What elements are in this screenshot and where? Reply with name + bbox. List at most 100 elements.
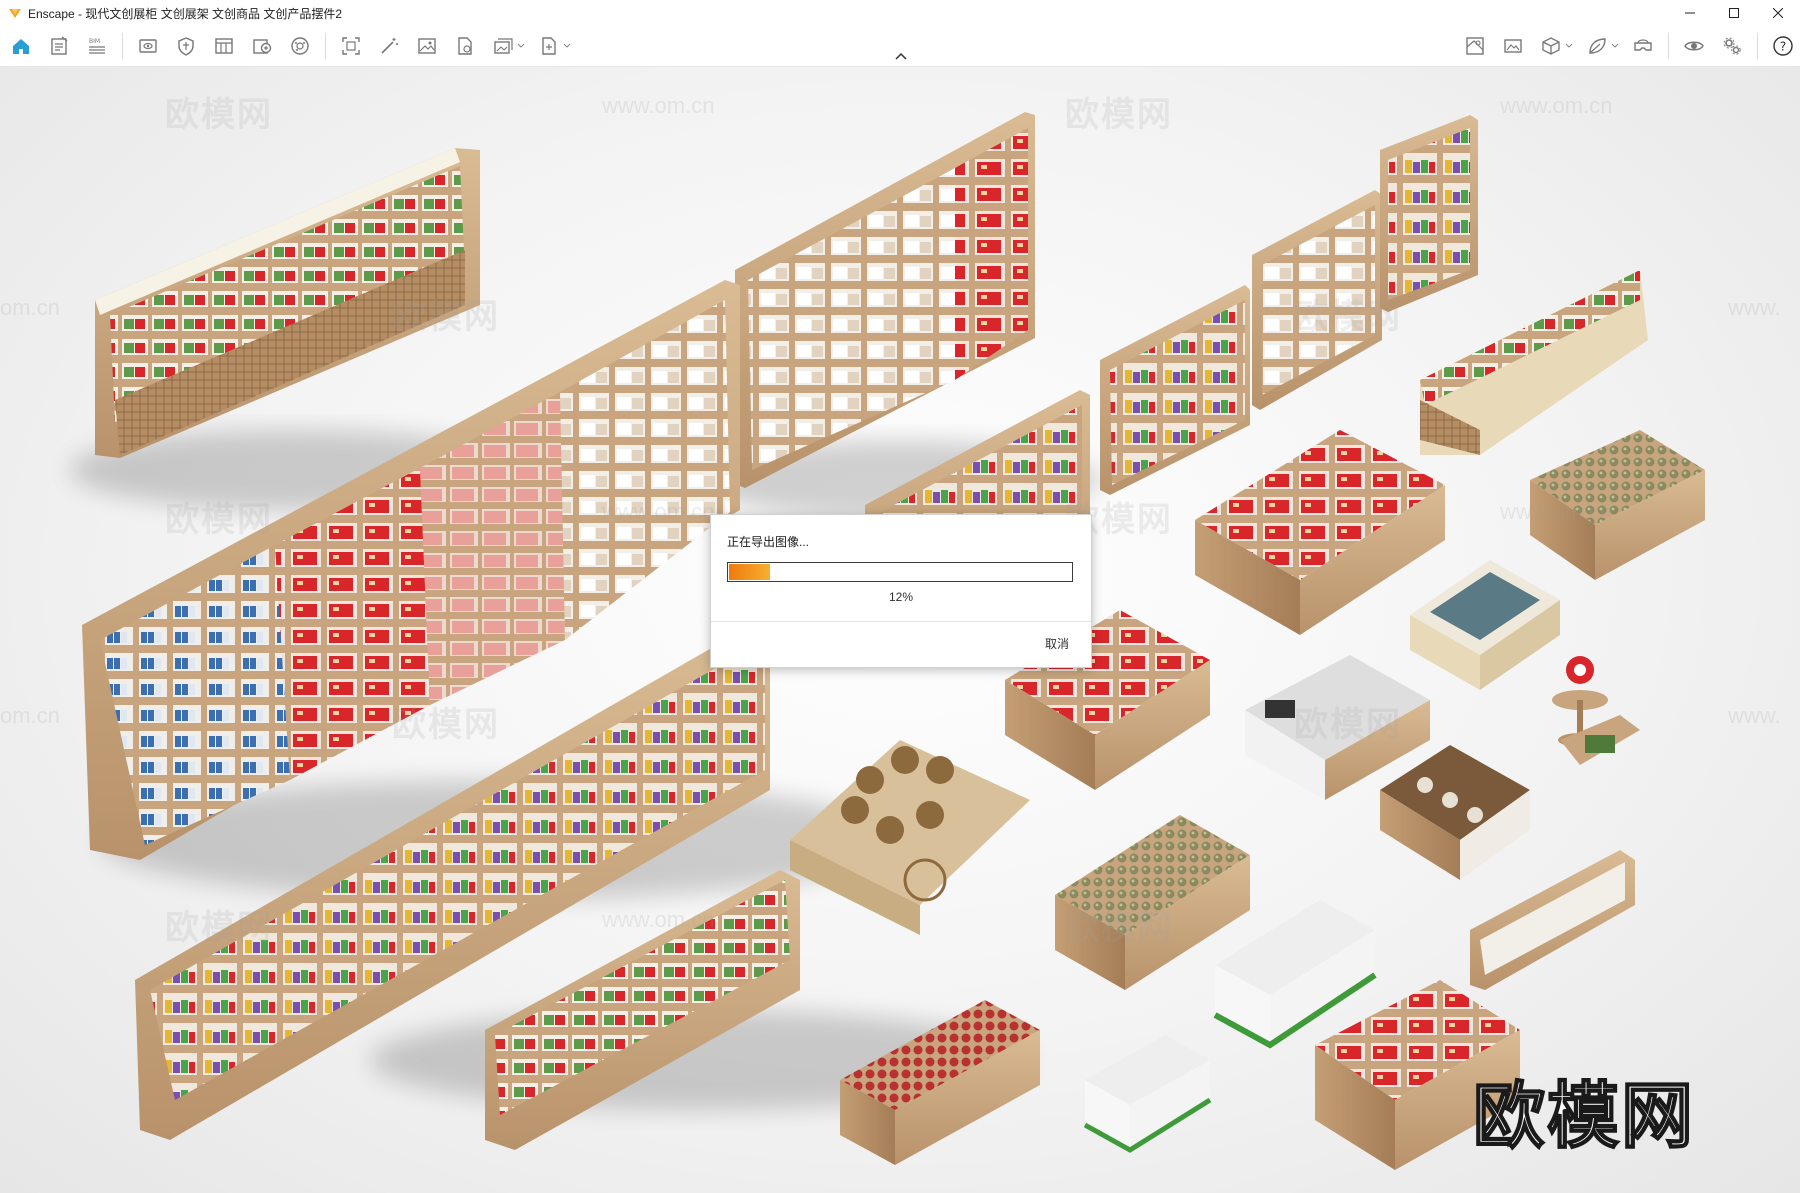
export-progress-bar: [727, 562, 1073, 582]
image-button[interactable]: [413, 32, 441, 60]
toolbar-right-group: ?: [1456, 26, 1800, 66]
watermark-logo: 欧模网: [165, 501, 273, 539]
settings-button[interactable]: [1718, 32, 1746, 60]
cube-dropdown[interactable]: [1564, 32, 1574, 60]
counter-green-small: [1083, 1035, 1212, 1153]
svg-text:?: ?: [1780, 40, 1786, 54]
asset-library-button[interactable]: [248, 32, 276, 60]
magic-wand-button[interactable]: [375, 32, 403, 60]
home-icon: [13, 39, 29, 54]
view-button[interactable]: [134, 32, 162, 60]
watermark-url-fragment: www.: [1728, 295, 1781, 320]
close-button[interactable]: [1756, 0, 1800, 26]
window-title: Enscape - 现代文创展柜 文创展架 文创商品 文创产品摆件2: [28, 6, 343, 21]
collapse-toolbar-toggle[interactable]: [893, 50, 909, 62]
progress-percent: 12%: [888, 590, 914, 604]
watermark-logo: 欧模网: [165, 96, 273, 134]
toolbar-separator: [1668, 33, 1669, 59]
cancel-button[interactable]: 取消: [1045, 635, 1069, 652]
chevron-down-icon: [1565, 43, 1573, 48]
cube-icon: [1542, 37, 1560, 55]
watermark-logo: 欧模网: [1294, 298, 1402, 336]
visibility-icon: [1684, 41, 1704, 51]
vr-headset-button[interactable]: [1629, 32, 1657, 60]
display-cabinet-back-center: [735, 112, 1035, 488]
watermark-logo: 欧模网: [392, 298, 500, 336]
leaf-icon: [1589, 38, 1606, 54]
brand-watermark: 欧模网: [1472, 1073, 1696, 1159]
notes-icon: [51, 36, 68, 55]
material-editor-icon: [291, 37, 309, 55]
batch-render-button[interactable]: [489, 32, 517, 60]
screenshot-button[interactable]: [1499, 32, 1527, 60]
enscape-window: Enscape - 现代文创展柜 文创展架 文创商品 文创产品摆件2 BIM ?…: [0, 0, 1800, 1193]
toolbar-left-group: BIM: [2, 26, 576, 66]
export-menu-button[interactable]: [535, 32, 563, 60]
help-button[interactable]: ?: [1769, 32, 1797, 60]
watermark-url: www.om.cn: [602, 499, 715, 524]
settings-icon: [1723, 37, 1741, 55]
batch-render-dropdown[interactable]: [516, 32, 526, 60]
progress-fill: [729, 564, 770, 580]
help-icon: ?: [1773, 36, 1793, 56]
cube-button[interactable]: [1537, 32, 1565, 60]
chevron-down-icon: [563, 43, 571, 48]
watermark-url: www.om.cn: [1500, 499, 1613, 524]
wall-shelf-right-front: [1470, 850, 1635, 990]
capture-button[interactable]: [337, 32, 365, 60]
map-button[interactable]: [1461, 32, 1489, 60]
counter-green-white: [1213, 900, 1377, 1049]
material-editor-button[interactable]: [286, 32, 314, 60]
svg-text:BIM: BIM: [89, 38, 100, 45]
watermark-url-fragment: om.cn: [0, 295, 60, 320]
tea-display-stand: [1380, 745, 1530, 880]
watermark-logo: 欧模网: [392, 706, 500, 744]
watermark-logo: 欧模网: [165, 909, 273, 947]
visibility-button[interactable]: [1680, 32, 1708, 60]
shield-button[interactable]: [172, 32, 200, 60]
watermark-logo: 欧模网: [1065, 909, 1173, 947]
minimize-button[interactable]: [1668, 0, 1712, 26]
tall-shelf-right-3: [1380, 115, 1478, 312]
leaf-dropdown[interactable]: [1610, 32, 1620, 60]
title-bar: Enscape - 现代文创展柜 文创展架 文创商品 文创产品摆件2: [0, 0, 1800, 26]
window-controls: [1668, 0, 1800, 26]
export-menu-dropdown[interactable]: [562, 32, 572, 60]
vr-headset-icon: [1634, 39, 1652, 51]
maximize-icon: [1729, 8, 1739, 18]
display-kiosk-round: [1410, 560, 1560, 690]
island-counter-top-right: [1420, 270, 1648, 455]
close-icon: [1773, 8, 1783, 18]
batch-render-icon: [494, 38, 513, 54]
export-file-button[interactable]: [451, 32, 479, 60]
screenshot-icon: [1504, 39, 1522, 53]
toolbar-separator: [1757, 33, 1758, 59]
watermark-url: www.om.cn: [1500, 93, 1613, 118]
bim-icon: BIM: [89, 38, 105, 54]
chevron-down-icon: [517, 43, 525, 48]
chevron-up-icon: [895, 52, 907, 60]
chevron-down-icon: [1611, 43, 1619, 48]
leaf-button[interactable]: [1583, 32, 1611, 60]
image-icon: [418, 38, 436, 54]
export-progress-dialog: 正在导出图像... 12% 取消: [710, 514, 1092, 668]
round-display-table-umbrella: [1552, 656, 1640, 765]
home-button[interactable]: [7, 32, 35, 60]
notes-button[interactable]: [45, 32, 73, 60]
bim-button[interactable]: BIM: [83, 32, 111, 60]
shield-icon: [178, 37, 194, 56]
grid-panel-button[interactable]: [210, 32, 238, 60]
watermark-url-fragment: www.: [1728, 703, 1781, 728]
watermark-url-fragment: om.cn: [0, 703, 60, 728]
toolbar-separator: [122, 33, 123, 59]
export-file-icon: [458, 37, 472, 55]
magic-wand-icon: [381, 38, 398, 54]
export-menu-icon: [542, 37, 556, 55]
maximize-button[interactable]: [1712, 0, 1756, 26]
view-icon: [139, 39, 157, 53]
dialog-divider: [711, 621, 1091, 622]
grid-panel-icon: [215, 38, 233, 54]
asset-library-icon: [253, 39, 272, 54]
watermark-url: www.om.cn: [602, 93, 715, 118]
minimize-icon: [1685, 12, 1695, 14]
